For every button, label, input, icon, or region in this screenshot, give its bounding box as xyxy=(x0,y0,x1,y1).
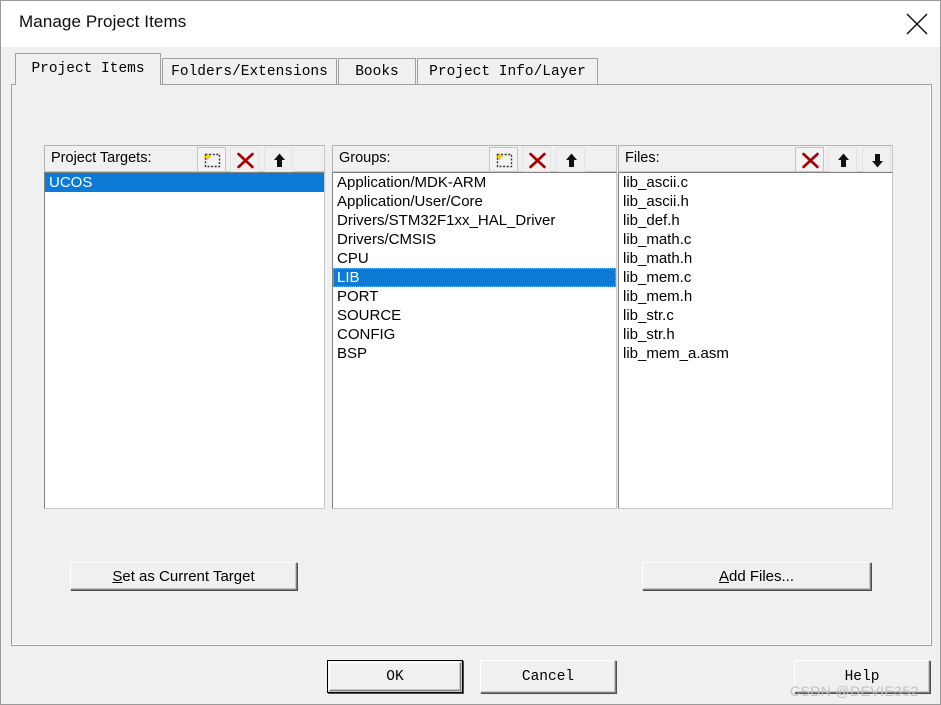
set-target-label: et as Current Target xyxy=(122,567,255,585)
groups-header: Groups: xyxy=(332,145,617,197)
groups-toolbar xyxy=(489,147,616,197)
move-down-icon[interactable] xyxy=(861,147,891,172)
files-toolbar xyxy=(795,147,891,172)
files-listbox[interactable]: lib_ascii.c lib_ascii.h lib_def.h lib_ma… xyxy=(618,172,893,509)
list-item[interactable]: lib_mem.h xyxy=(619,287,892,306)
dialog-window: Manage Project Items Project Items Folde… xyxy=(0,0,941,705)
list-item[interactable]: Drivers/STM32F1xx_HAL_Driver xyxy=(333,211,616,230)
project-targets-header: Project Targets: xyxy=(44,145,325,197)
title-bar: Manage Project Items xyxy=(1,1,940,47)
list-item[interactable]: lib_mem_a.asm xyxy=(619,344,892,363)
project-targets-toolbar xyxy=(197,147,324,197)
delete-icon[interactable] xyxy=(522,147,552,172)
help-button[interactable]: Help xyxy=(794,660,930,693)
tab-strip: Project Items Folders/Extensions Books P… xyxy=(11,53,932,85)
new-item-icon[interactable] xyxy=(197,147,226,172)
list-item[interactable]: CONFIG xyxy=(333,325,616,344)
move-up-icon[interactable] xyxy=(828,147,858,172)
project-targets-label: Project Targets: xyxy=(51,150,152,166)
list-item[interactable]: BSP xyxy=(333,344,616,363)
cancel-label: Cancel xyxy=(521,668,575,685)
list-item[interactable]: CPU xyxy=(333,249,616,268)
ok-button[interactable]: OK xyxy=(327,660,463,693)
list-item[interactable]: lib_mem.c xyxy=(619,268,892,287)
list-item[interactable]: lib_ascii.h xyxy=(619,192,892,211)
list-item[interactable]: Drivers/CMSIS xyxy=(333,230,616,249)
new-item-icon[interactable] xyxy=(489,147,518,172)
move-up-icon[interactable] xyxy=(555,147,585,172)
add-files-button[interactable]: Add Files... xyxy=(642,562,871,590)
list-item[interactable]: lib_def.h xyxy=(619,211,892,230)
list-item[interactable]: lib_math.c xyxy=(619,230,892,249)
set-target-accel: S xyxy=(112,567,123,585)
groups-listbox[interactable]: Application/MDK-ARM Application/User/Cor… xyxy=(332,172,617,509)
delete-icon[interactable] xyxy=(230,147,260,172)
help-label: Help xyxy=(844,668,880,685)
files-header: Files: xyxy=(618,145,893,172)
list-item[interactable]: PORT xyxy=(333,287,616,306)
cancel-button[interactable]: Cancel xyxy=(480,660,616,693)
groups-label: Groups: xyxy=(339,150,391,166)
list-item[interactable]: UCOS xyxy=(45,173,324,192)
delete-icon[interactable] xyxy=(795,147,824,172)
project-targets-listbox[interactable]: UCOS xyxy=(44,172,325,509)
list-item[interactable]: Application/User/Core xyxy=(333,192,616,211)
add-files-label: dd Files... xyxy=(728,567,795,585)
tab-page-inner: Project Targets: UCOS Groups: Applicatio… xyxy=(12,85,931,645)
list-item[interactable]: lib_math.h xyxy=(619,249,892,268)
list-item[interactable]: SOURCE xyxy=(333,306,616,325)
list-item[interactable]: lib_str.h xyxy=(619,325,892,344)
tab-page-project-items: Project Targets: UCOS Groups: Applicatio… xyxy=(11,84,932,646)
tab-folders-extensions[interactable]: Folders/Extensions xyxy=(162,58,337,85)
set-as-current-target-button[interactable]: Set as Current Target xyxy=(70,562,297,590)
move-up-icon[interactable] xyxy=(263,147,293,172)
files-label: Files: xyxy=(625,150,660,166)
tab-project-info-layer[interactable]: Project Info/Layer xyxy=(417,58,598,85)
list-item[interactable]: LIB xyxy=(333,268,616,287)
add-files-accel: A xyxy=(718,567,729,585)
list-item[interactable]: Application/MDK-ARM xyxy=(333,173,616,192)
list-item[interactable]: lib_ascii.c xyxy=(619,173,892,192)
list-item[interactable]: lib_str.c xyxy=(619,306,892,325)
tab-project-items[interactable]: Project Items xyxy=(15,53,161,85)
close-icon[interactable] xyxy=(894,1,940,47)
ok-label: OK xyxy=(386,668,404,685)
window-title: Manage Project Items xyxy=(19,12,187,31)
tab-books[interactable]: Books xyxy=(338,58,416,85)
